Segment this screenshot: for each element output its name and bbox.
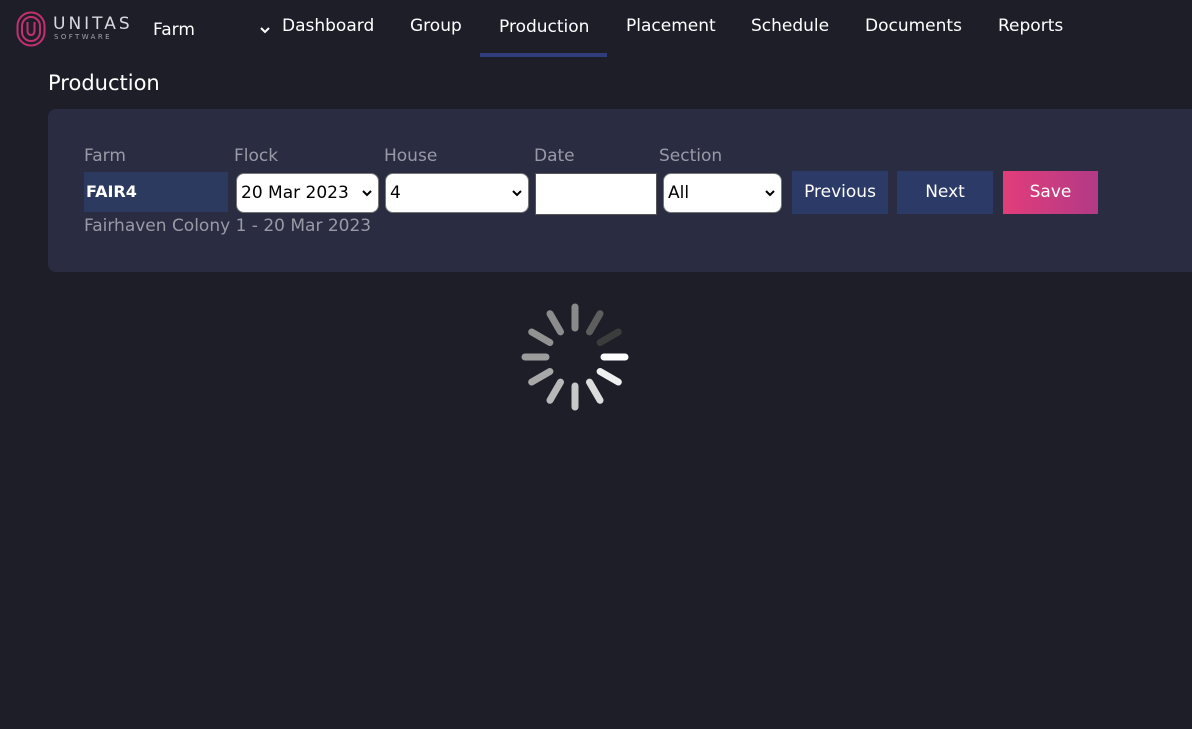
date-field[interactable] bbox=[535, 173, 657, 215]
farm-label: Farm bbox=[84, 146, 126, 166]
flock-select-value: 20 Mar 2023 bbox=[241, 183, 349, 203]
brand-name: UNITAS bbox=[53, 14, 133, 34]
nav-production[interactable]: Production bbox=[499, 17, 589, 37]
flock-description: Fairhaven Colony 1 - 20 Mar 2023 bbox=[84, 216, 372, 236]
brand-logo[interactable]: UNITAS SOFTWARE bbox=[16, 10, 130, 50]
nav-placement[interactable]: Placement bbox=[626, 16, 716, 36]
flock-label: Flock bbox=[234, 146, 279, 166]
house-select[interactable]: 4 bbox=[385, 173, 529, 213]
save-button[interactable]: Save bbox=[1003, 171, 1098, 214]
chevron-down-icon bbox=[765, 190, 775, 197]
flock-select[interactable]: 20 Mar 2023 bbox=[236, 173, 379, 213]
chevron-down-icon bbox=[362, 190, 372, 197]
chevron-down-icon bbox=[512, 190, 522, 197]
house-select-value: 4 bbox=[390, 183, 401, 203]
loading-spinner-icon bbox=[521, 303, 629, 411]
nav-reports[interactable]: Reports bbox=[998, 16, 1063, 36]
top-navigation-bar: UNITAS SOFTWARE Farm Dashboard Group Pro… bbox=[0, 0, 1192, 58]
nav-dashboard[interactable]: Dashboard bbox=[282, 16, 374, 36]
nav-group[interactable]: Group bbox=[410, 16, 462, 36]
farm-context-label[interactable]: Farm bbox=[153, 20, 195, 40]
farm-field[interactable]: FAIR4 bbox=[84, 172, 228, 212]
brand-subtitle: SOFTWARE bbox=[54, 33, 112, 41]
date-label: Date bbox=[534, 146, 575, 166]
unitas-logo-icon bbox=[16, 11, 46, 47]
page-title: Production bbox=[48, 71, 160, 95]
section-select-value: All bbox=[668, 183, 690, 203]
nav-schedule[interactable]: Schedule bbox=[751, 16, 829, 36]
section-label: Section bbox=[659, 146, 723, 166]
previous-button[interactable]: Previous bbox=[792, 171, 888, 214]
nav-documents[interactable]: Documents bbox=[865, 16, 962, 36]
chevron-down-icon[interactable] bbox=[258, 24, 272, 36]
house-label: House bbox=[384, 146, 438, 166]
next-button[interactable]: Next bbox=[897, 171, 993, 214]
active-tab-indicator bbox=[480, 53, 607, 57]
section-select[interactable]: All bbox=[663, 173, 782, 213]
